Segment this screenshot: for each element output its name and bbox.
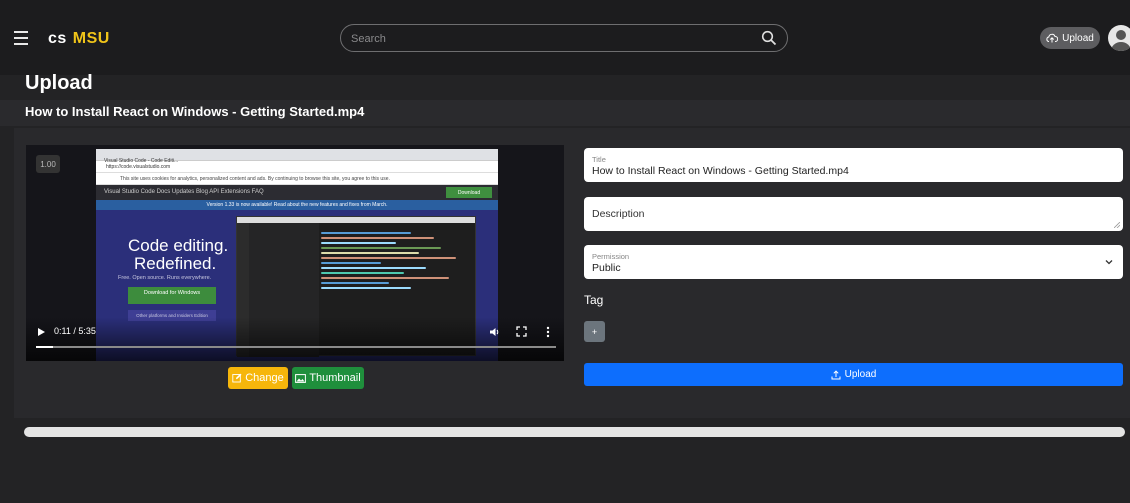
tag-label: Tag [584,293,604,307]
site-logo[interactable]: cs MSU [48,30,110,48]
frame-download-windows: Download for Windows [128,287,216,304]
upload-submit-label: Upload [844,369,877,380]
description-placeholder: Description [592,208,645,220]
cloud-upload-icon [1046,33,1059,43]
chevron-down-icon [1105,260,1113,265]
title-field-value[interactable]: How to Install React on Windows - Gettin… [592,165,849,177]
header-upload-button[interactable]: Upload [1040,27,1100,49]
logo-cs: cs [48,30,67,47]
permission-value: Public [592,262,621,274]
playback-speed[interactable]: 1.00 [36,155,60,173]
frame-cookie-notice: This site uses cookies for analytics, pe… [96,173,498,185]
image-icon [295,373,307,383]
change-video-button[interactable]: Change [228,367,288,389]
header-upload-label: Upload [1062,32,1094,44]
title-field[interactable]: Title How to Install React on Windows - … [584,148,1123,182]
search-bar [340,24,788,52]
play-icon[interactable] [38,328,45,336]
thumbnail-button[interactable]: Thumbnail [292,367,364,389]
search-icon[interactable] [761,30,777,46]
frame-version-banner: Version 1.33 is now available! Read abou… [96,200,498,210]
upload-icon [831,369,841,379]
page-title: Upload [25,72,93,94]
permission-select[interactable]: Permission Public [584,245,1123,279]
resize-grip-icon[interactable] [1114,222,1120,228]
horizontal-scrollbar[interactable] [24,427,1125,437]
frame-nav-download: Download [446,187,492,198]
change-label: Change [245,372,284,384]
video-time: 0:11 / 5:35 [54,326,96,336]
frame-browser-tabs: Visual Studio Code - Code Editi... [96,149,498,164]
frame-headline-2: Redefined. [134,254,217,273]
frame-tagline: Free. Open source. Runs everywhere. [118,275,212,281]
video-controls-overlay [26,317,564,361]
top-navbar: cs MSU Upload [0,0,1130,75]
frame-site-nav: Visual Studio Code Docs Updates Blog API… [96,185,498,200]
search-input[interactable] [351,30,751,48]
add-tag-button[interactable]: + [584,321,605,342]
more-vertical-icon[interactable] [546,326,550,338]
video-progress-fill [36,346,54,348]
video-progress-bar[interactable] [36,346,556,348]
frame-nav-links: Visual Studio Code Docs Updates Blog API… [104,189,264,195]
thumbnail-label: Thumbnail [309,372,361,384]
frame-headline-1: Code editing. [128,236,229,255]
logo-msu: MSU [72,30,110,47]
permission-label: Permission [592,252,630,261]
user-avatar-icon[interactable] [1108,25,1130,51]
title-field-label: Title [592,155,606,164]
video-player[interactable]: 1.00 Visual Studio Code - Code Editi... … [26,145,564,361]
file-name-heading: How to Install React on Windows - Gettin… [25,104,365,119]
fullscreen-icon[interactable] [516,326,527,337]
menu-icon[interactable] [14,31,28,45]
volume-icon[interactable] [489,326,501,338]
edit-icon [232,373,242,383]
description-field[interactable]: Description [584,197,1123,231]
upload-submit-button[interactable]: Upload [584,363,1123,386]
